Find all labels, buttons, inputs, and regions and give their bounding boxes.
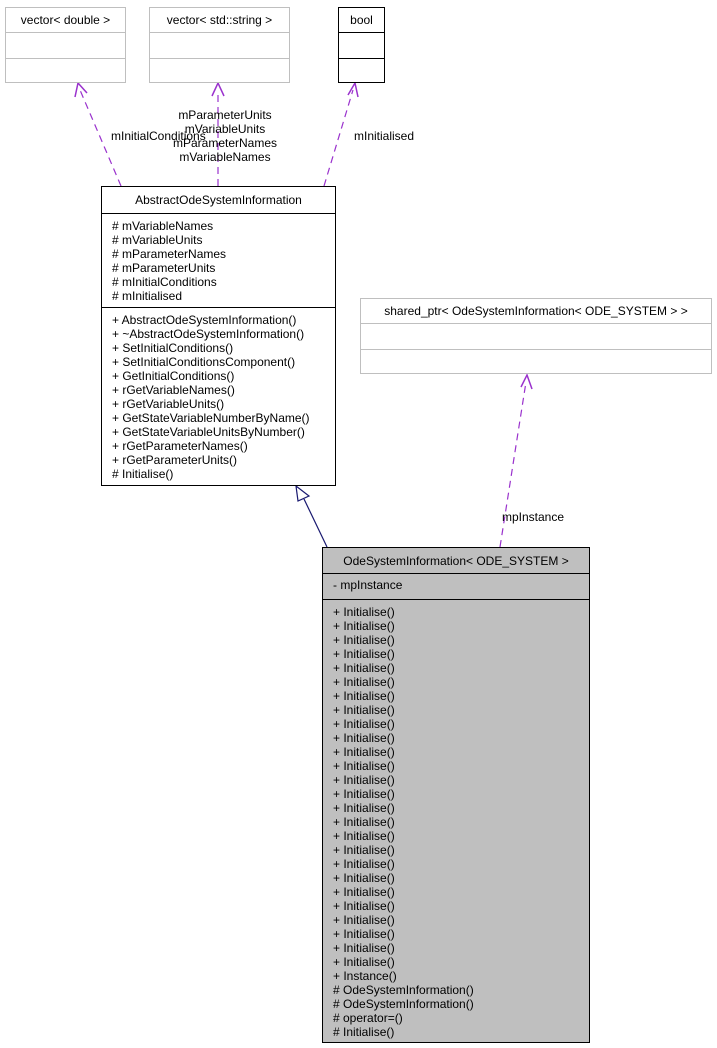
class-title: OdeSystemInformation< ODE_SYSTEM > [323, 548, 589, 574]
class-title: vector< double > [6, 8, 125, 33]
class-methods: + AbstractOdeSystemInformation() + ~Abstr… [102, 307, 335, 481]
class-method[interactable]: + Initialise() [333, 675, 589, 689]
class-method[interactable]: + Initialise() [333, 871, 589, 885]
class-attributes: # mVariableNames # mVariableUnits # mParam… [102, 214, 335, 307]
class-method[interactable]: + Initialise() [333, 773, 589, 787]
class-method[interactable]: + Initialise() [333, 801, 589, 815]
class-method[interactable]: + AbstractOdeSystemInformation() [112, 313, 335, 327]
class-attribute[interactable]: - mpInstance [333, 578, 589, 592]
class-title: AbstractOdeSystemInformation [102, 187, 335, 214]
edge-label-line: mParameterUnits [178, 108, 272, 122]
class-title: bool [339, 8, 384, 33]
class-method[interactable]: + Initialise() [333, 633, 589, 647]
class-method[interactable]: # operator=() [333, 1011, 589, 1025]
class-method[interactable]: + Initialise() [333, 717, 589, 731]
edge-label-line: mParameterNames [172, 136, 278, 150]
edge-label-initialised: mInitialised [354, 129, 415, 143]
class-method[interactable]: + Initialise() [333, 759, 589, 773]
edge-label-line: mVariableNames [179, 150, 271, 164]
class-attributes [339, 33, 384, 58]
class-methods [6, 58, 125, 82]
class-attributes [6, 33, 125, 58]
class-method[interactable]: + Initialise() [333, 787, 589, 801]
class-method[interactable]: + Initialise() [333, 927, 589, 941]
class-method[interactable]: + Initialise() [333, 815, 589, 829]
class-method[interactable]: + rGetVariableUnits() [112, 397, 335, 411]
class-method[interactable]: # OdeSystemInformation() [333, 983, 589, 997]
class-bool[interactable]: bool [338, 7, 385, 83]
class-attributes [361, 324, 711, 349]
class-method[interactable]: + Initialise() [333, 605, 589, 619]
class-attribute[interactable]: # mParameterUnits [112, 261, 335, 275]
class-method[interactable]: + rGetParameterUnits() [112, 453, 335, 467]
class-method[interactable]: + Initialise() [333, 689, 589, 703]
class-method[interactable]: # Initialise() [112, 467, 335, 481]
class-attribute[interactable]: # mVariableUnits [112, 233, 335, 247]
class-method[interactable]: + Initialise() [333, 857, 589, 871]
edge-label-line: mVariableUnits [184, 122, 266, 136]
class-method[interactable]: + Initialise() [333, 913, 589, 927]
class-method[interactable]: + Initialise() [333, 843, 589, 857]
class-method[interactable]: + GetStateVariableNumberByName() [112, 411, 335, 425]
class-ode-system-information[interactable]: OdeSystemInformation< ODE_SYSTEM > - mpI… [322, 547, 590, 1043]
class-attribute[interactable]: # mParameterNames [112, 247, 335, 261]
edge-initialised [323, 80, 359, 187]
class-attributes: - mpInstance [323, 574, 589, 599]
class-methods: + Initialise() + Initialise() + Initialise… [323, 599, 589, 1039]
class-method[interactable]: + ~AbstractOdeSystemInformation() [112, 327, 335, 341]
class-method[interactable]: # OdeSystemInformation() [333, 997, 589, 1011]
class-method[interactable]: + SetInitialConditionsComponent() [112, 355, 335, 369]
class-methods [339, 58, 384, 82]
class-method[interactable]: + Initialise() [333, 941, 589, 955]
class-method[interactable]: + Initialise() [333, 885, 589, 899]
class-method[interactable]: + Initialise() [333, 745, 589, 759]
class-vector-string[interactable]: vector< std::string > [149, 7, 290, 83]
class-method[interactable]: + rGetVariableNames() [112, 383, 335, 397]
class-abstract-ode-system-information[interactable]: AbstractOdeSystemInformation # mVariable… [101, 186, 336, 486]
class-method[interactable]: + Initialise() [333, 899, 589, 913]
class-method[interactable]: + Initialise() [333, 661, 589, 675]
class-title: shared_ptr< OdeSystemInformation< ODE_SY… [361, 299, 711, 324]
class-methods [150, 58, 289, 82]
class-attribute[interactable]: # mVariableNames [112, 219, 335, 233]
class-method[interactable]: + Initialise() [333, 955, 589, 969]
class-method[interactable]: + Instance() [333, 969, 589, 983]
class-method[interactable]: + Initialise() [333, 619, 589, 633]
class-method[interactable]: + Initialise() [333, 703, 589, 717]
class-title: vector< std::string > [150, 8, 289, 33]
class-method[interactable]: # Initialise() [333, 1025, 589, 1039]
class-attributes [150, 33, 289, 58]
class-vector-double[interactable]: vector< double > [5, 7, 126, 83]
class-method[interactable]: + Initialise() [333, 731, 589, 745]
class-shared-ptr[interactable]: shared_ptr< OdeSystemInformation< ODE_SY… [360, 298, 712, 374]
edge-label-instance: mpInstance [502, 510, 565, 524]
class-method[interactable]: + rGetParameterNames() [112, 439, 335, 453]
edge-label-string-members: mParameterUnits mVariableUnits mParamete… [163, 108, 287, 164]
edge-inheritance [295, 484, 328, 548]
class-method[interactable]: + SetInitialConditions() [112, 341, 335, 355]
class-method[interactable]: + GetInitialConditions() [112, 369, 335, 383]
class-method[interactable]: + Initialise() [333, 829, 589, 843]
class-attribute[interactable]: # mInitialConditions [112, 275, 335, 289]
class-method[interactable]: + Initialise() [333, 647, 589, 661]
class-attribute[interactable]: # mInitialised [112, 289, 335, 303]
class-method[interactable]: + GetStateVariableUnitsByNumber() [112, 425, 335, 439]
class-methods [361, 349, 711, 373]
